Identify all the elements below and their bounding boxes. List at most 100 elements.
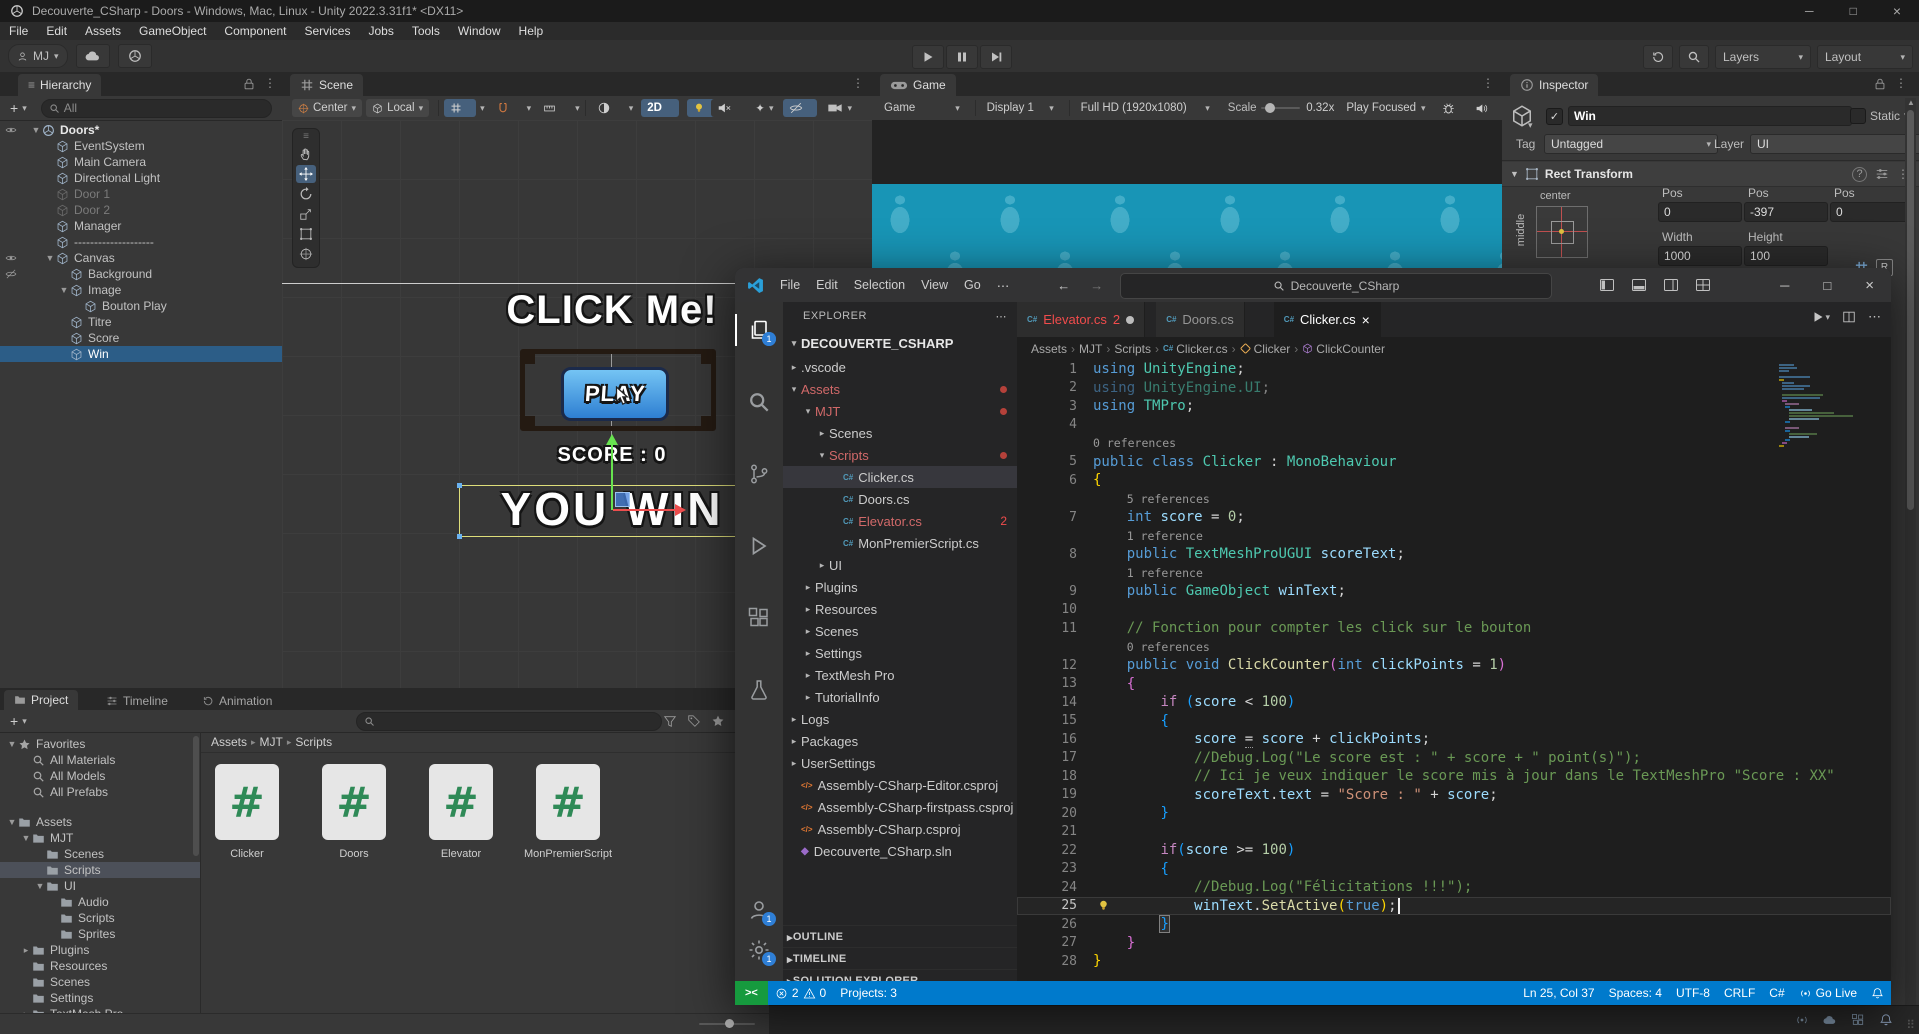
expand-chevron[interactable]: ▸ (801, 670, 815, 681)
nav-back-button[interactable]: ← (1017, 278, 1080, 293)
code-line[interactable]: 24 //Debug.Log("Félicitations !!!"); (1017, 878, 1891, 897)
project-search-input[interactable] (356, 712, 662, 731)
codelens-label[interactable]: 0 references (1017, 640, 1210, 654)
code-line[interactable]: 11 // Fonction pour compter les click su… (1017, 619, 1891, 638)
anchor-preset-widget[interactable] (1536, 206, 1588, 258)
account-activity-icon[interactable]: 1 (747, 898, 771, 922)
field-width[interactable]: 1000 (1658, 246, 1742, 266)
debug-toggle[interactable] (1436, 99, 1465, 117)
inspector-more-button[interactable]: ⋮ (1895, 76, 1907, 90)
explorer-activity-icon[interactable]: 1 (747, 318, 771, 342)
breadcrumb-item-clickcounter[interactable]: ClickCounter (1302, 342, 1385, 356)
projects-indicator[interactable]: Projects: 3 (833, 981, 904, 1005)
explorer-item[interactable]: ▾Assets (783, 378, 1017, 400)
search-by-label-icon[interactable] (687, 714, 701, 728)
toggle-panel-icon[interactable] (1631, 277, 1647, 293)
overlay-drag-handle[interactable]: ≡ (293, 131, 319, 142)
2d-toggle[interactable]: 2D (641, 99, 679, 117)
eye-icon[interactable] (0, 124, 22, 136)
nav-forward-button[interactable]: → (1080, 278, 1113, 293)
hierarchy-item[interactable]: EventSystem (0, 138, 282, 154)
activity-icon-3[interactable] (1851, 1013, 1865, 1027)
project-tree-item[interactable]: Scenes (0, 974, 200, 990)
expand-chevron[interactable]: ▾ (787, 384, 801, 395)
codelens-row[interactable]: 1 reference (1017, 564, 1891, 583)
editor-tab-doors-cs[interactable]: C#Doors.cs (1156, 302, 1245, 337)
status-crlf[interactable]: CRLF (1717, 981, 1762, 1005)
explorer-item[interactable]: ▸.vscode (783, 356, 1017, 378)
vscode-menu-edit[interactable]: Edit (808, 278, 846, 292)
active-checkbox[interactable]: ✓ (1546, 108, 1563, 125)
code-line[interactable]: 27 } (1017, 934, 1891, 953)
vscode-menu-view[interactable]: View (913, 278, 956, 292)
command-center-search[interactable]: Decouverte_CSharp (1120, 273, 1552, 299)
explorer-item[interactable]: ▸Resources (783, 598, 1017, 620)
layout-dropdown[interactable]: Layout▾ (1817, 45, 1913, 69)
undo-history-button[interactable] (1643, 45, 1673, 69)
explorer-item[interactable]: ▸Settings (783, 642, 1017, 664)
hierarchy-item[interactable]: -------------------- (0, 234, 282, 250)
camera-settings-button[interactable]: ▾ (821, 99, 858, 117)
layers-dropdown[interactable]: Layers▾ (1715, 45, 1811, 69)
editor-more-button[interactable]: ⋯ (1868, 309, 1881, 325)
project-tree-item[interactable]: Scripts (0, 910, 200, 926)
code-line[interactable]: 10 (1017, 601, 1891, 620)
code-line[interactable]: 12 public void ClickCounter(int clickPoi… (1017, 656, 1891, 675)
run-code-button[interactable]: ▾ (1811, 310, 1830, 324)
breadcrumb-item-clicker-cs[interactable]: C#Clicker.cs (1163, 342, 1228, 356)
save-search-icon[interactable] (711, 714, 725, 728)
inspector-scrollbar[interactable]: ▲ (1905, 98, 1916, 1005)
explorer-more-button[interactable]: ⋯ (996, 310, 1008, 323)
vscode-menu-file[interactable]: File (772, 278, 808, 292)
unity-minimize-button[interactable]: ─ (1787, 4, 1832, 18)
codelens-row[interactable]: 0 references (1017, 434, 1891, 453)
status-c-[interactable]: C# (1762, 981, 1791, 1005)
expand-arrow[interactable]: ▼ (58, 285, 70, 295)
breadcrumb-item-assets[interactable]: Assets (1031, 342, 1067, 356)
explorer-item[interactable]: ▸UI (783, 554, 1017, 576)
lock-icon[interactable] (242, 77, 256, 91)
code-line[interactable]: 19 scoreText.text = "Score : " + score; (1017, 786, 1891, 805)
effects-toggle[interactable]: ✦▾ (749, 99, 779, 117)
status-ln-25-col-37[interactable]: Ln 25, Col 37 (1516, 981, 1601, 1005)
run-debug-activity-icon[interactable] (747, 534, 771, 558)
vscode-menu-selection[interactable]: Selection (846, 278, 913, 292)
codelens-label[interactable]: 0 references (1017, 436, 1176, 450)
account-button[interactable]: MJ▾ (8, 44, 68, 68)
activity-icon-1[interactable] (1795, 1013, 1809, 1027)
breadcrumb-mjt[interactable]: MJT (260, 735, 283, 749)
workspace-root-row[interactable]: ▾DECOUVERTE_CSHARP (783, 332, 1017, 354)
expand-chevron[interactable]: ▸ (801, 582, 815, 593)
project-tree-item[interactable]: ▼MJT (0, 830, 200, 846)
shading-dropdown[interactable]: ▾ (629, 103, 634, 114)
code-line[interactable]: 5public class Clicker : MonoBehaviour (1017, 453, 1891, 472)
vscode-menu-more[interactable]: ⋯ (989, 278, 1018, 293)
explorer-item[interactable]: ▸TextMesh Pro (783, 664, 1017, 686)
code-line[interactable]: 2using UnityEngine.UI; (1017, 379, 1891, 398)
explorer-item[interactable]: </>Assembly-CSharp-Editor.csproj (783, 774, 1017, 796)
activity-icon-2[interactable] (1823, 1013, 1837, 1027)
asset-item-elevator[interactable]: # (429, 764, 493, 840)
expand-chevron[interactable]: ▸ (787, 736, 801, 747)
unity-menu-tools[interactable]: Tools (403, 22, 449, 40)
vscode-minimize-button[interactable]: ─ (1763, 278, 1806, 293)
code-line[interactable]: 8 public TextMeshProUGUI scoreText; (1017, 545, 1891, 564)
hidden-objects-toggle[interactable] (783, 99, 817, 117)
grid-snap-toggle[interactable] (444, 99, 476, 117)
project-tree-item[interactable]: Scenes (0, 846, 200, 862)
grid-snap-dropdown[interactable]: ▾ (480, 103, 485, 114)
project-tree-item[interactable]: ▼Assets (0, 814, 200, 830)
game-more-button[interactable]: ⋮ (1482, 76, 1494, 90)
expand-chevron[interactable]: ▸ (815, 428, 829, 439)
code-line[interactable]: 18 // Ici je veux indiquer le score mis … (1017, 767, 1891, 786)
asset-item-doors[interactable]: # (322, 764, 386, 840)
code-line[interactable]: 26 } (1017, 915, 1891, 934)
project-tree-item[interactable]: ▸TextMesh Pro (0, 1006, 200, 1013)
hierarchy-search-input[interactable]: All (41, 99, 272, 118)
step-button[interactable] (980, 45, 1012, 69)
split-editor-icon[interactable] (1842, 310, 1856, 324)
expand-arrow[interactable]: ▸ (20, 945, 32, 956)
breadcrumb-assets[interactable]: Assets (211, 735, 247, 749)
codelens-label[interactable]: 1 reference (1017, 529, 1203, 543)
inspector-lock-icon[interactable] (1873, 77, 1887, 91)
